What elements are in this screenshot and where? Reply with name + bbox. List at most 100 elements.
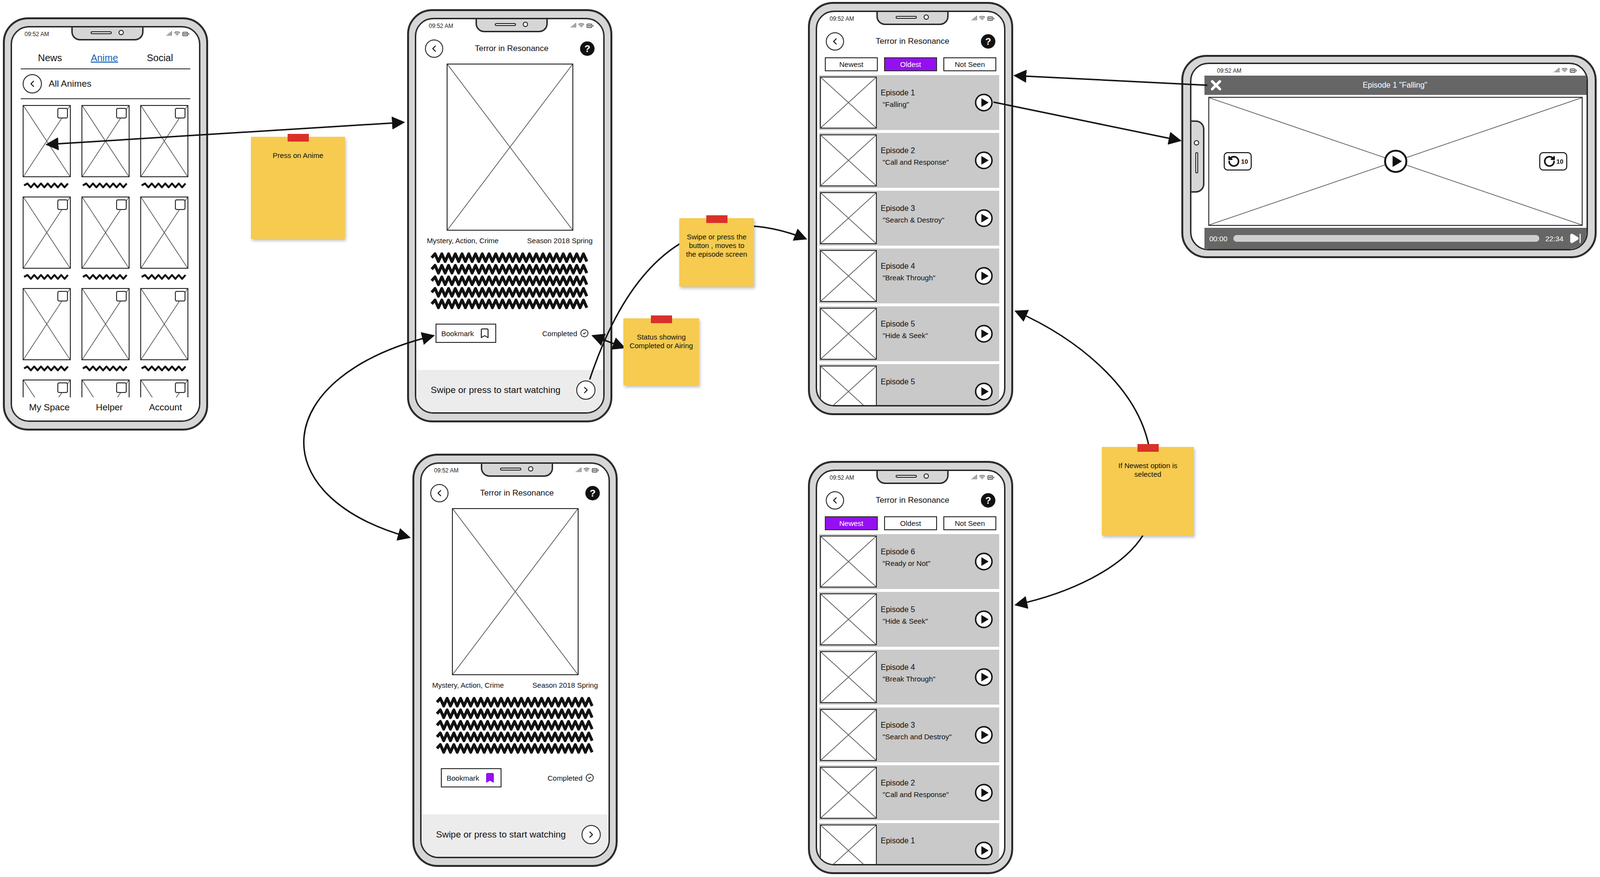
play-button[interactable] xyxy=(974,266,994,286)
wifi-icon xyxy=(978,474,986,481)
anime-tile[interactable] xyxy=(81,288,130,373)
anime-tile[interactable] xyxy=(140,196,189,282)
episode-row[interactable]: Episode 3"Search & Destroy" xyxy=(819,190,1000,246)
filter-button[interactable]: Newest xyxy=(824,57,878,72)
tab[interactable]: Anime xyxy=(90,52,119,64)
anime-tile[interactable] xyxy=(81,105,130,190)
start-watching-bar[interactable]: Swipe or press to start watching xyxy=(421,814,609,858)
nav-item[interactable]: Helper xyxy=(95,402,123,413)
forward-button[interactable]: 10 xyxy=(1539,152,1568,171)
play-icon[interactable] xyxy=(974,92,994,113)
play-icon[interactable] xyxy=(974,266,994,286)
tab[interactable]: News xyxy=(38,52,63,64)
anime-tile[interactable] xyxy=(140,288,189,373)
play-icon[interactable] xyxy=(1383,148,1409,174)
anime-tile[interactable] xyxy=(81,379,130,398)
play-icon[interactable] xyxy=(974,841,994,861)
nav-item[interactable]: My Space xyxy=(28,402,70,413)
phone-screen: 09:52 AMNewsAnimeSocialAll AnimesMy Spac… xyxy=(10,26,201,423)
arrow xyxy=(1015,535,1143,606)
cta-text: Swipe or press to start watching xyxy=(430,384,561,396)
anime-grid xyxy=(12,99,199,398)
play-button[interactable] xyxy=(974,667,994,688)
play-button[interactable] xyxy=(1383,148,1409,174)
status-icons xyxy=(1553,64,1577,75)
episode-row[interactable]: Episode 1 xyxy=(819,823,1000,865)
episode-row[interactable]: Episode 4"Break Through" xyxy=(819,248,1000,304)
progress-track[interactable] xyxy=(1233,235,1540,242)
tab[interactable]: Social xyxy=(146,52,173,64)
skip-icon[interactable] xyxy=(1569,232,1582,245)
close-icon[interactable] xyxy=(1208,77,1224,93)
back-button[interactable] xyxy=(22,74,42,94)
anime-tile[interactable] xyxy=(22,288,71,373)
play-icon[interactable] xyxy=(974,150,994,171)
screen-header: Terror in Resonance? xyxy=(817,31,1005,55)
play-icon[interactable] xyxy=(974,552,994,572)
back-button[interactable] xyxy=(424,39,444,58)
episode-row[interactable]: Episode 5"Hide & Seek" xyxy=(819,592,1000,648)
play-button[interactable] xyxy=(974,552,994,572)
episode-name: "Search & Destroy" xyxy=(880,215,971,225)
rewind-button[interactable]: 10 xyxy=(1223,152,1252,171)
episode-text: Episode 5"Hide & Seek" xyxy=(880,592,971,626)
play-button[interactable] xyxy=(974,208,994,228)
cover-wrap xyxy=(421,506,609,676)
help-icon[interactable]: ? xyxy=(980,493,996,508)
episode-row[interactable]: Episode 5"Hide & Seek" xyxy=(819,306,1000,362)
filter-button[interactable]: Newest xyxy=(824,516,878,531)
bookmark-button[interactable]: Bookmark xyxy=(440,768,502,788)
anime-tile[interactable] xyxy=(140,105,189,190)
start-watching-button[interactable] xyxy=(581,825,601,845)
episode-row[interactable]: Episode 1"Falling" xyxy=(819,75,1000,131)
episode-row[interactable]: Episode 6"Ready or Not" xyxy=(819,534,1000,590)
filter-button[interactable]: Not Seen xyxy=(943,57,997,72)
play-button[interactable] xyxy=(974,725,994,745)
play-button[interactable] xyxy=(974,609,994,630)
episode-row[interactable]: Episode 2"Call and Response" xyxy=(819,765,1000,821)
play-button[interactable] xyxy=(974,382,994,402)
scribble-text-icon xyxy=(81,364,130,373)
anime-tile[interactable] xyxy=(140,379,189,398)
play-icon[interactable] xyxy=(974,208,994,228)
episode-row[interactable]: Episode 5 xyxy=(819,364,1000,406)
back-button[interactable] xyxy=(825,491,845,510)
filter-button[interactable]: Oldest xyxy=(884,57,938,72)
season: Season 2018 Spring xyxy=(532,681,598,690)
play-button[interactable] xyxy=(974,92,994,113)
play-icon[interactable] xyxy=(974,667,994,688)
play-button[interactable] xyxy=(974,150,994,171)
phone-anime-detail: 09:52 AMTerror in Resonance?Mystery, Act… xyxy=(412,453,618,868)
episode-row[interactable]: Episode 4"Break Through" xyxy=(819,649,1000,705)
back-button[interactable] xyxy=(825,32,845,51)
bookmark-button[interactable]: Bookmark xyxy=(435,323,497,344)
help-icon[interactable]: ? xyxy=(580,41,595,56)
play-icon[interactable] xyxy=(974,783,994,803)
episode-row[interactable]: Episode 2"Call and Response" xyxy=(819,132,1000,188)
play-button[interactable] xyxy=(974,841,994,861)
anime-tile[interactable] xyxy=(22,379,71,398)
play-icon[interactable] xyxy=(974,609,994,630)
help-icon[interactable]: ? xyxy=(980,34,996,49)
filter-button[interactable]: Oldest xyxy=(884,516,938,531)
phone-screen: 09:52 AMTerror in Resonance?NewestOldest… xyxy=(815,469,1006,866)
anime-tile[interactable] xyxy=(22,105,71,190)
help-icon[interactable]: ? xyxy=(585,486,600,501)
episode-name: "Hide & Seek" xyxy=(880,331,971,340)
play-icon[interactable] xyxy=(974,382,994,402)
placeholder-cross-icon xyxy=(820,193,876,244)
play-icon[interactable] xyxy=(974,324,994,344)
anime-tile[interactable] xyxy=(81,196,130,282)
back-button[interactable] xyxy=(430,484,449,503)
play-button[interactable] xyxy=(974,783,994,803)
video-placeholder[interactable]: 10 10 xyxy=(1208,96,1583,226)
start-watching-button[interactable] xyxy=(576,380,596,400)
anime-tile[interactable] xyxy=(22,196,71,282)
filter-button[interactable]: Not Seen xyxy=(943,516,997,531)
play-icon[interactable] xyxy=(974,725,994,745)
episode-row[interactable]: Episode 3"Search and Destroy" xyxy=(819,707,1000,763)
start-watching-bar[interactable]: Swipe or press to start watching xyxy=(416,370,604,413)
episode-text: Episode 3"Search and Destroy" xyxy=(880,707,971,741)
play-button[interactable] xyxy=(974,324,994,344)
nav-item[interactable]: Account xyxy=(148,402,183,413)
